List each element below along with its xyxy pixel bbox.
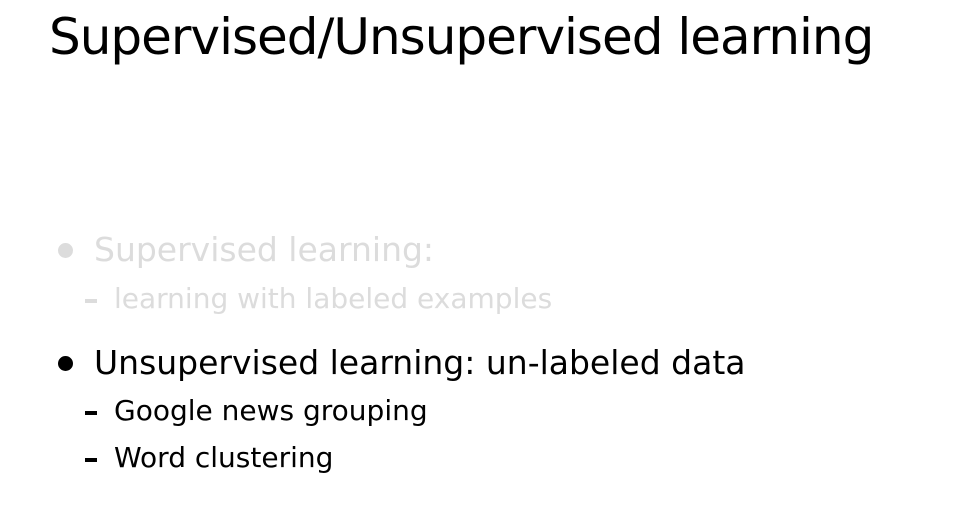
slide: Supervised/Unsupervised learning Supervi… [0, 0, 978, 505]
bullet-dash-icon [85, 411, 97, 415]
slide-title: Supervised/Unsupervised learning [49, 8, 874, 66]
sub-item-word-clustering: Word clustering [114, 441, 334, 474]
bullet-dash-icon [85, 299, 97, 303]
sub-item-labeled-examples: learning with labeled examples [114, 282, 553, 315]
bullet-dot-icon [58, 243, 73, 258]
bullet-item-supervised: Supervised learning: [94, 230, 435, 269]
bullet-dash-icon [85, 458, 97, 462]
bullet-dot-icon [58, 356, 73, 371]
bullet-item-unsupervised: Unsupervised learning: un-labeled data [94, 343, 746, 382]
sub-item-google-news: Google news grouping [114, 394, 428, 427]
